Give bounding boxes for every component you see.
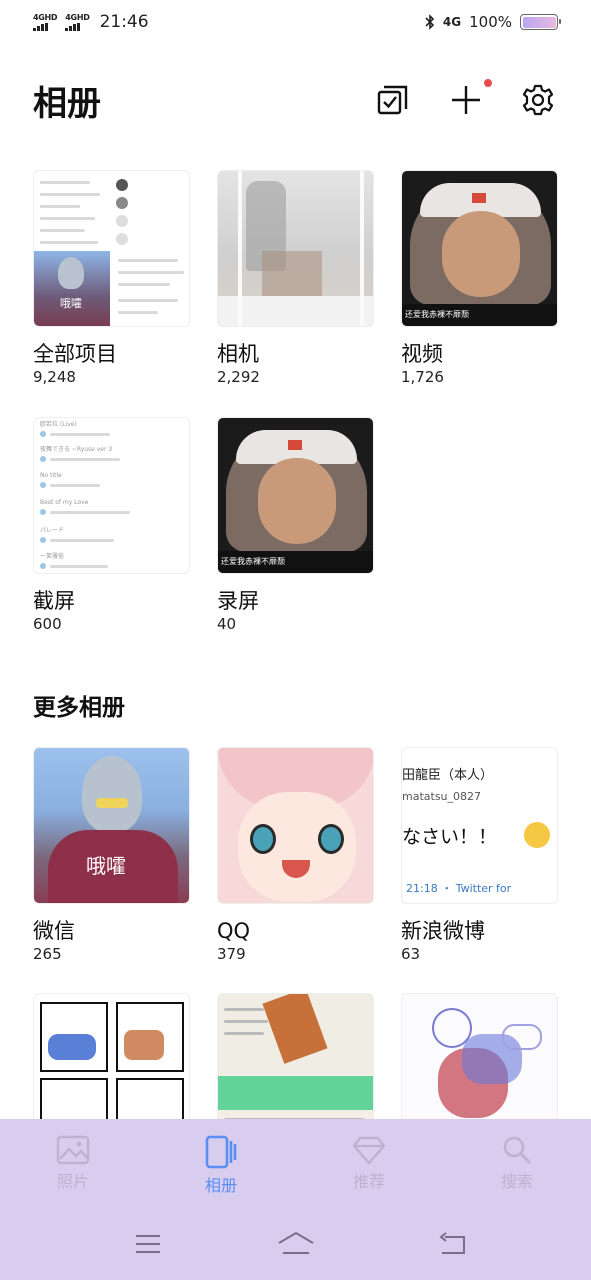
search-icon [503, 1136, 531, 1164]
screenshot-song-3: No title [40, 472, 62, 479]
album-name: 视频 [401, 342, 443, 366]
album-name: 录屏 [217, 589, 259, 613]
diamond-icon [352, 1136, 386, 1165]
album-icon [205, 1135, 237, 1169]
album-name: 相机 [217, 342, 259, 366]
tweet-name: 田龍臣（本人） [402, 768, 494, 783]
back-icon [439, 1232, 465, 1254]
album-thumbnail: 欧若拉 (Live) 夜舞できる ~Ryuse ver 3 No title B… [33, 417, 190, 574]
system-home-button[interactable] [276, 1227, 316, 1261]
app-header: 相册 [0, 70, 591, 134]
home-icon [278, 1231, 314, 1254]
album-weibo[interactable]: 田龍臣（本人） matatsu_0827 なさい！！ 21:18 ・ Twitt… [401, 747, 558, 963]
sim1-signal-icon: 4GHD [33, 12, 58, 31]
status-bar: 4GHD 4GHD 21:46 4G 100% [0, 0, 591, 44]
photo-icon [56, 1135, 90, 1165]
tweet-handle: matatsu_0827 [402, 790, 482, 803]
sim2-label: 4GHD [65, 12, 90, 22]
album-thumbnail: 哦嚯 [33, 170, 190, 327]
sim2-signal-icon: 4GHD [65, 12, 90, 31]
battery-icon [520, 14, 561, 30]
sim1-label: 4GHD [33, 12, 58, 22]
album-screen-recordings[interactable]: 还爱我赤裸不靡颓 录屏 40 [217, 417, 374, 633]
album-thumbnail: 哦嚯 [33, 747, 190, 904]
select-check-icon [377, 85, 408, 115]
album-name: 全部项目 [33, 342, 117, 366]
album-count: 2,292 [217, 368, 260, 386]
plus-icon [452, 86, 480, 114]
album-count: 40 [217, 615, 237, 633]
tab-photos[interactable]: 照片 [28, 1135, 118, 1192]
system-menu-button[interactable] [128, 1227, 168, 1261]
album-wechat[interactable]: 哦嚯 微信 265 [33, 747, 190, 963]
album-thumbnail [217, 747, 374, 904]
settings-button[interactable] [520, 82, 556, 118]
album-name: 微信 [33, 919, 75, 943]
new-badge-dot [484, 79, 492, 87]
status-right: 4G 100% [425, 13, 561, 31]
clock: 21:46 [99, 12, 149, 32]
battery-level [522, 16, 556, 28]
bluetooth-icon [425, 14, 435, 30]
album-thumbnail: 还爱我赤裸不靡颓 [217, 417, 374, 574]
sleepy-emoji-icon [524, 822, 550, 848]
select-button[interactable] [375, 82, 411, 118]
album-thumbnail: 还爱我赤裸不靡颓 [401, 170, 558, 327]
status-left: 4GHD 4GHD 21:46 [33, 12, 149, 32]
add-album-button[interactable] [448, 79, 492, 118]
album-thumbnail: 田龍臣（本人） matatsu_0827 なさい！！ 21:18 ・ Twitt… [401, 747, 558, 904]
screenshot-song-6: 一笑雅俗 [40, 553, 65, 560]
album-name: 截屏 [33, 589, 75, 613]
settings-gear-icon [522, 84, 554, 116]
network-type: 4G [442, 15, 462, 29]
album-count: 1,726 [401, 368, 444, 386]
tab-search[interactable]: 搜索 [472, 1135, 562, 1192]
page-title: 相册 [33, 84, 101, 124]
album-screenshots[interactable]: 欧若拉 (Live) 夜舞できる ~Ryuse ver 3 No title B… [33, 417, 190, 633]
tab-label: 推荐 [352, 1172, 385, 1191]
tab-label: 搜索 [500, 1172, 533, 1191]
screenshot-song-4: Best of my Love [40, 499, 89, 506]
album-camera[interactable]: 相机 2,292 [217, 170, 374, 386]
screenshot-song-1: 欧若拉 (Live) [40, 421, 77, 428]
overlay-word: 哦嚯 [86, 854, 126, 878]
tab-recommend[interactable]: 推荐 [324, 1135, 414, 1192]
tab-label: 相册 [204, 1176, 237, 1195]
video-caption: 还爱我赤裸不靡颓 [221, 557, 285, 566]
album-name: 新浪微博 [401, 919, 485, 943]
system-back-button[interactable] [432, 1227, 472, 1261]
overlay-word: 哦嚯 [60, 297, 82, 310]
more-albums-title: 更多相册 [33, 695, 125, 721]
album-thumbnail [217, 170, 374, 327]
video-caption: 还爱我赤裸不靡颓 [405, 310, 469, 319]
album-count: 9,248 [33, 368, 76, 386]
album-all-items[interactable]: 哦嚯 全部项目 9,248 [33, 170, 190, 386]
album-name: QQ [217, 919, 251, 943]
tweet-time: 21:18 ・ Twitter for [406, 882, 512, 895]
album-count: 63 [401, 945, 421, 963]
tab-label: 照片 [56, 1172, 89, 1191]
screenshot-song-2: 夜舞できる ~Ryuse ver 3 [40, 446, 113, 453]
album-qq[interactable]: QQ 379 [217, 747, 374, 963]
tweet-text: なさい！！ [402, 826, 498, 848]
bottom-nav: 照片 相册 推荐 搜索 [0, 1119, 591, 1280]
album-count: 265 [33, 945, 62, 963]
album-count: 379 [217, 945, 246, 963]
battery-percent: 100% [469, 13, 512, 31]
tab-albums[interactable]: 相册 [176, 1135, 266, 1196]
menu-icon [136, 1235, 160, 1253]
screenshot-song-5: パレード [40, 527, 65, 534]
album-count: 600 [33, 615, 62, 633]
album-video[interactable]: 还爱我赤裸不靡颓 视频 1,726 [401, 170, 558, 386]
